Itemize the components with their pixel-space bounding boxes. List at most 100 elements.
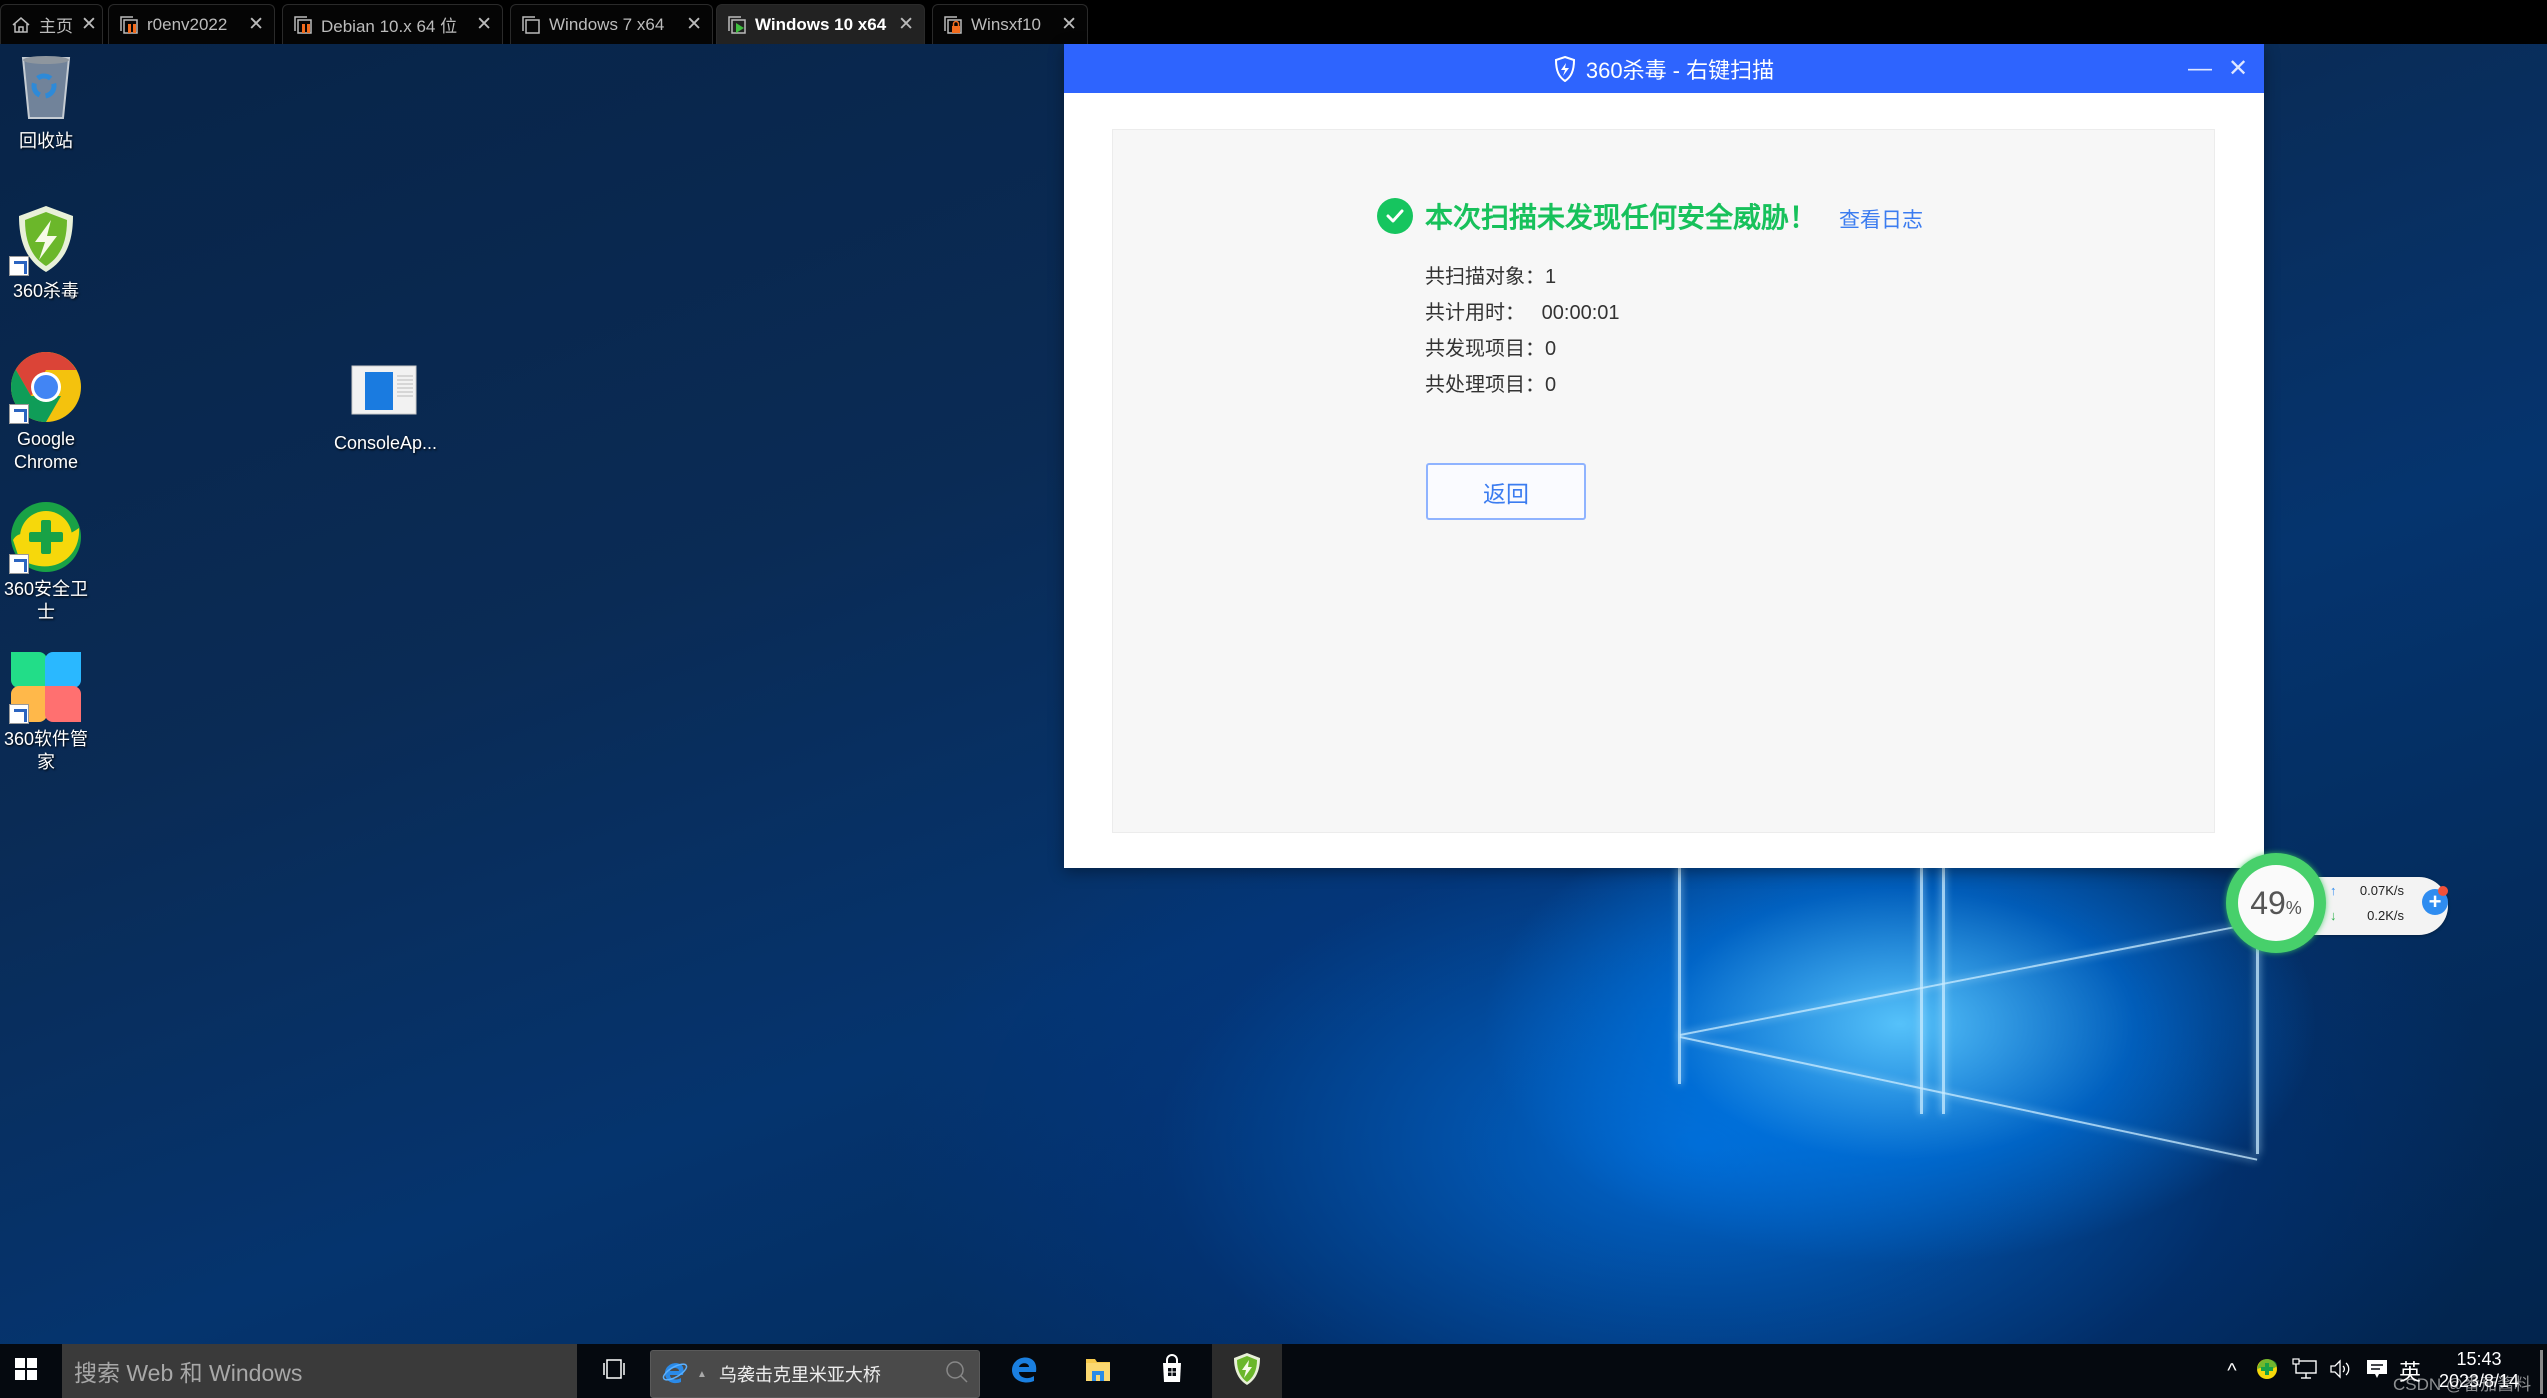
stat-label: 共发现项目： (1425, 338, 1545, 360)
clock-date: 2023/8/14 (2438, 1371, 2520, 1391)
dialog-titlebar[interactable]: 360杀毒 - 右键扫描 — ✕ (1064, 44, 2264, 93)
close-icon[interactable]: ✕ (476, 13, 492, 36)
taskbar-clock[interactable]: 15:43 2023/8/14 (2424, 1348, 2534, 1392)
taskbar-app-edge[interactable] (989, 1344, 1059, 1398)
vm-running-icon (727, 15, 747, 35)
download-speed: 0.2K/s (2367, 908, 2404, 923)
result-title: 本次扫描未发现任何安全威胁！ (1425, 202, 1818, 233)
vm-tab-windows7[interactable]: Windows 7 x64 ✕ (510, 4, 713, 44)
desktop-icon-console-app[interactable]: ConsoleAp... (334, 354, 438, 455)
stat-handled-items: 共处理项目：0 (1425, 367, 1620, 403)
chevron-up-icon: ^ (2227, 1359, 2237, 1382)
start-button[interactable] (0, 1344, 52, 1398)
shortcut-arrow-icon (9, 404, 29, 424)
minimize-button[interactable]: — (2182, 44, 2218, 93)
wallpaper-beam (1678, 864, 1681, 1084)
home-icon (11, 15, 31, 35)
stat-value: 00:00:01 (1541, 302, 1620, 324)
vm-tab-winsxf10[interactable]: Winsxf10 ✕ (932, 4, 1088, 44)
volume-tray-button[interactable] (2326, 1344, 2356, 1398)
vm-tab-r0env2022[interactable]: r0env2022 ✕ (108, 4, 275, 44)
action-center-button[interactable] (2362, 1344, 2392, 1398)
shortcut-arrow-icon (9, 704, 29, 724)
desktop-icon-label: 360安全卫士 (3, 579, 89, 622)
stat-value: 0 (1545, 338, 1557, 360)
tab-label: Windows 7 x64 (549, 14, 665, 34)
folder-icon (1083, 1354, 1113, 1389)
memory-usage-ring[interactable]: 49% (2226, 853, 2326, 953)
wallpaper-beam (1942, 864, 1945, 1114)
close-icon[interactable]: ✕ (81, 13, 97, 36)
desktop-icon-360-security[interactable]: 360安全卫士 (0, 500, 96, 624)
back-button[interactable]: 返回 (1426, 463, 1586, 520)
input-method-button[interactable]: 英 (2396, 1344, 2424, 1398)
show-desktop-button[interactable] (2540, 1350, 2543, 1394)
vm-locked-icon (943, 15, 963, 35)
taskbar-app-store[interactable] (1137, 1344, 1207, 1398)
vm-paused-icon (293, 15, 313, 35)
close-icon[interactable]: ✕ (898, 13, 914, 36)
check-circle-icon (1377, 198, 1413, 234)
stat-label: 共扫描对象： (1425, 266, 1545, 288)
360-software-manager-icon (9, 650, 83, 724)
memory-usage-display: 49% (2238, 865, 2314, 941)
close-icon[interactable]: ✕ (248, 13, 264, 36)
taskbar: 搜索 Web 和 Windows ▲ 乌袭击克里米亚大桥 ^ 英 15:43 2… (0, 1344, 2547, 1398)
clock-time: 15:43 (2456, 1349, 2502, 1369)
taskbar-app-360-antivirus[interactable] (1212, 1344, 1282, 1398)
scan-stats: 共扫描对象：1 共计用时： 00:00:01 共发现项目：0 共处理项目：0 (1425, 259, 1620, 403)
upload-speed: 0.07K/s (2359, 883, 2404, 898)
desktop-icon-label: ConsoleAp... (334, 433, 438, 453)
result-panel: 本次扫描未发现任何安全威胁！ 查看日志 共扫描对象：1 共计用时： 00:00:… (1112, 129, 2215, 833)
windows-logo-icon (15, 1357, 37, 1385)
desktop-icon-google-chrome[interactable]: Google Chrome (0, 350, 96, 474)
task-view-button[interactable] (594, 1344, 634, 1398)
desktop-icon-recycle-bin[interactable]: 回收站 (0, 52, 96, 153)
taskbar-search-box[interactable]: 搜索 Web 和 Windows (62, 1344, 577, 1398)
stat-found-items: 共发现项目：0 (1425, 331, 1620, 367)
tab-label: Winsxf10 (971, 14, 1041, 34)
close-button[interactable]: ✕ (2220, 44, 2256, 93)
360-security-icon (9, 500, 83, 574)
chrome-icon (9, 350, 83, 424)
vm-tab-windows10[interactable]: Windows 10 x64 ✕ (716, 4, 925, 44)
vm-tab-debian[interactable]: Debian 10.x 64 位 ✕ (282, 4, 503, 44)
close-icon[interactable]: ✕ (1061, 13, 1077, 36)
view-log-link[interactable]: 查看日志 (1839, 204, 1923, 234)
ie-news-toolbar[interactable]: ▲ 乌袭击克里米亚大桥 (650, 1350, 980, 1398)
shortcut-arrow-icon (9, 256, 29, 276)
search-icon[interactable] (945, 1360, 969, 1389)
ie-news-headline: 乌袭击克里米亚大桥 (718, 1365, 881, 1385)
shortcut-arrow-icon (9, 554, 29, 574)
stat-label: 共处理项目： (1425, 374, 1545, 396)
memory-usage-value: 49 (2250, 884, 2286, 921)
taskbar-app-file-explorer[interactable] (1063, 1344, 1133, 1398)
desktop-icon-360-software-manager[interactable]: 360软件管家 (0, 650, 96, 774)
tray-360-security[interactable] (2252, 1344, 2282, 1398)
wallpaper-beam (1679, 1036, 2258, 1161)
close-icon[interactable]: ✕ (686, 13, 702, 36)
desktop-icon-360-antivirus[interactable]: 360杀毒 (0, 202, 96, 303)
result-header: 本次扫描未发现任何安全威胁！ 查看日志 (1377, 196, 1923, 236)
show-hidden-icons-button[interactable]: ^ (2218, 1344, 2246, 1398)
vm-paused-icon (119, 15, 139, 35)
tab-label: r0env2022 (147, 14, 228, 34)
vm-tab-home[interactable]: 主页 ✕ (0, 4, 103, 44)
speaker-icon (2329, 1358, 2353, 1385)
scan-result-dialog: 360杀毒 - 右键扫描 — ✕ 本次扫描未发现任何安全威胁！ 查看日志 共扫描… (1064, 44, 2264, 868)
tab-label: Debian 10.x 64 位 (321, 17, 458, 36)
stat-elapsed-time: 共计用时： 00:00:01 (1425, 295, 1620, 331)
tab-label: 主页 (39, 17, 73, 36)
network-tray-button[interactable] (2288, 1344, 2322, 1398)
stat-scanned-objects: 共扫描对象：1 (1425, 259, 1620, 295)
task-view-icon (601, 1358, 627, 1385)
desktop-icon-label: 360杀毒 (12, 281, 80, 301)
desktop-icon-label: Google Chrome (13, 429, 79, 472)
stat-value: 1 (1545, 266, 1557, 288)
network-icon (2292, 1357, 2318, 1385)
desktop-icon-label: 回收站 (19, 131, 73, 151)
ime-label: 英 (2398, 1360, 2421, 1385)
percent-sign: % (2285, 897, 2302, 918)
notification-icon (2365, 1357, 2389, 1386)
360-shield-icon (1554, 55, 1576, 82)
